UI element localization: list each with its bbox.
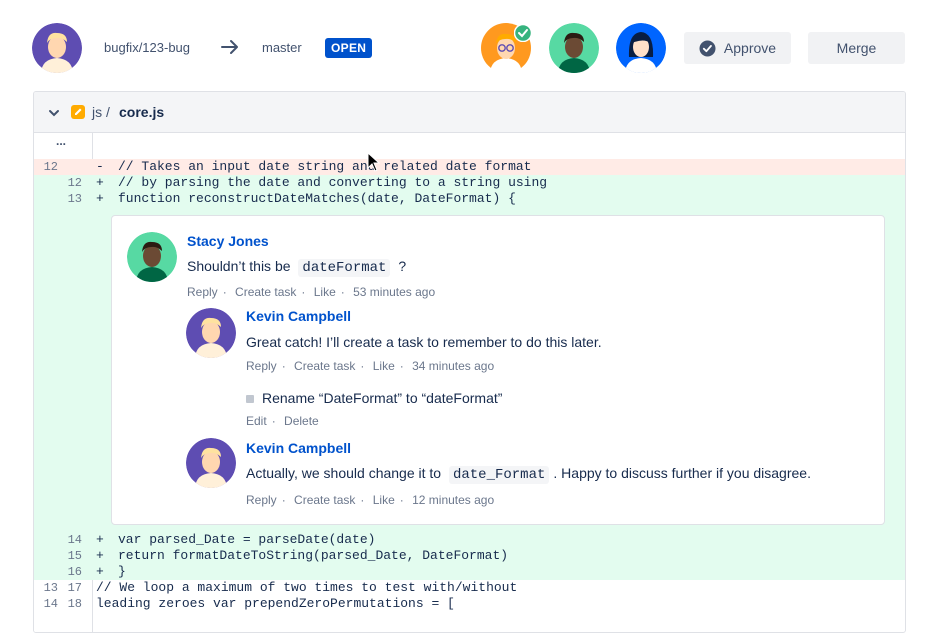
diff-line-removed: 12 -// Takes an input date string and rel…: [34, 159, 905, 175]
diff-line-added: 13 + function reconstructDateMatches(date,…: [34, 191, 905, 207]
code-line: // by parsing the date and converting to…: [118, 175, 548, 190]
like-link[interactable]: Like: [373, 493, 395, 507]
comment-author[interactable]: Stacy Jones: [187, 233, 269, 249]
new-line-number: 14: [67, 533, 82, 547]
task-checkbox[interactable]: [246, 395, 254, 404]
comment-text: Shouldn’t this be: [187, 258, 291, 274]
commenter-avatar: [127, 232, 177, 282]
diff-line-added: 12 + // by parsing the date and converting…: [34, 175, 905, 191]
task-text: Rename “DateFormat” to “dateFormat”: [262, 390, 503, 406]
commenter-avatar: [186, 308, 236, 358]
comment-author[interactable]: Kevin Campbell: [246, 308, 351, 324]
arrow-right-icon: [219, 36, 241, 63]
create-task-link[interactable]: Create task: [235, 285, 296, 299]
reply-link[interactable]: Reply: [187, 285, 218, 299]
commenter-avatar: [186, 438, 236, 488]
diff-line-added: 15 + return formatDateToString(parsed_Date…: [34, 548, 905, 564]
file-diff: js / core.js ... 12-// Takes an input da…: [33, 91, 906, 633]
new-line-number: 15: [67, 549, 82, 563]
source-branch[interactable]: bugfix/123-bug: [104, 40, 190, 55]
create-task-link[interactable]: Create task: [294, 493, 355, 507]
diff-sign: +: [96, 191, 104, 206]
delete-task-link[interactable]: Delete: [284, 414, 319, 428]
file-header: js / core.js: [34, 92, 905, 133]
edit-task-link[interactable]: Edit: [246, 414, 267, 428]
code-line: // Takes an input date string and relate…: [118, 159, 532, 174]
comment-text: Great catch! I’ll create a task to remem…: [246, 334, 602, 350]
comment-text: . Happy to discuss further if you disagr…: [553, 465, 811, 481]
reply-link[interactable]: Reply: [246, 359, 277, 373]
comment-text: ?: [398, 258, 407, 274]
new-line-number: 17: [67, 581, 82, 595]
approved-check-icon: [513, 23, 533, 47]
comment-actions: Reply · Create task · Like · 12 minutes ago: [246, 493, 495, 507]
inline-code: dateFormat: [298, 259, 391, 277]
code-line: // We loop a maximum of two times to tes…: [96, 580, 518, 595]
file-modified-icon: [71, 105, 85, 124]
approve-label: Approve: [723, 40, 777, 56]
comment-timestamp: 34 minutes ago: [412, 359, 495, 373]
comment-actions: Reply · Create task · Like · 53 minutes ago: [187, 285, 436, 299]
comment-body: Shouldn’t this be dateFormat ?: [187, 258, 407, 277]
author-avatar: [32, 23, 82, 73]
diff-line-added: 14 + var parsed_Date = parseDate(date): [34, 532, 905, 548]
diff-line-context: 13 17 // We loop a maximum of two times to…: [34, 580, 905, 596]
old-line-number: 14: [43, 597, 58, 611]
comment-timestamp: 53 minutes ago: [353, 285, 436, 299]
status-badge: OPEN: [325, 38, 373, 58]
create-task-link[interactable]: Create task: [294, 359, 355, 373]
new-line-number: 12: [67, 176, 82, 190]
chevron-down-icon[interactable]: [48, 106, 60, 124]
task-item: Rename “DateFormat” to “dateFormat”: [246, 390, 502, 406]
code-line: function reconstructDateMatches(date, Da…: [118, 191, 516, 206]
inline-code: date_Format: [448, 466, 550, 484]
comment-timestamp: 12 minutes ago: [412, 493, 495, 507]
comment-body: Actually, we should change it to date_Fo…: [246, 465, 811, 484]
comment-author[interactable]: Kevin Campbell: [246, 440, 351, 456]
reply-link[interactable]: Reply: [246, 493, 277, 507]
diff-sign: +: [96, 175, 104, 190]
code-line: }: [118, 564, 126, 579]
code-line: return formatDateToString(parsed_Date, D…: [118, 548, 509, 563]
diff-line-context: 14 18 leading zeroes var prependZeroPermut…: [34, 596, 905, 612]
diff-line-added: 16 +}: [34, 564, 905, 580]
new-line-number: 16: [67, 565, 82, 579]
comment-thread: Stacy Jones Shouldn’t this be dateFormat…: [111, 215, 885, 525]
expand-lines-button[interactable]: ...: [56, 134, 66, 148]
mouse-cursor-icon: [367, 151, 381, 177]
diff-sign: -: [96, 159, 104, 174]
diff-sign: +: [96, 548, 104, 563]
old-line-number: 12: [43, 160, 58, 174]
comment-text: Actually, we should change it to: [246, 465, 442, 481]
diff-sign: +: [96, 532, 104, 547]
merge-label: Merge: [836, 40, 877, 56]
code-line: var parsed_Date = parseDate(date): [118, 532, 376, 547]
comment-actions: Reply · Create task · Like · 34 minutes ago: [246, 359, 495, 373]
file-folder: js /: [92, 104, 110, 120]
like-link[interactable]: Like: [373, 359, 395, 373]
new-line-number: 13: [67, 192, 82, 206]
like-link[interactable]: Like: [314, 285, 336, 299]
task-actions: Edit · Delete: [246, 414, 319, 428]
old-line-number: 13: [43, 581, 58, 595]
check-circle-icon: [699, 40, 716, 57]
reviewer-avatar[interactable]: [549, 23, 599, 73]
code-line: leading zeroes var prependZeroPermutatio…: [96, 596, 455, 611]
new-line-number: 18: [67, 597, 82, 611]
reviewer-avatar[interactable]: [616, 23, 666, 73]
file-name[interactable]: core.js: [119, 104, 164, 120]
merge-button[interactable]: Merge: [808, 32, 905, 64]
diff-sign: +: [96, 564, 104, 579]
target-branch[interactable]: master: [262, 40, 302, 55]
approve-button[interactable]: Approve: [684, 32, 791, 64]
